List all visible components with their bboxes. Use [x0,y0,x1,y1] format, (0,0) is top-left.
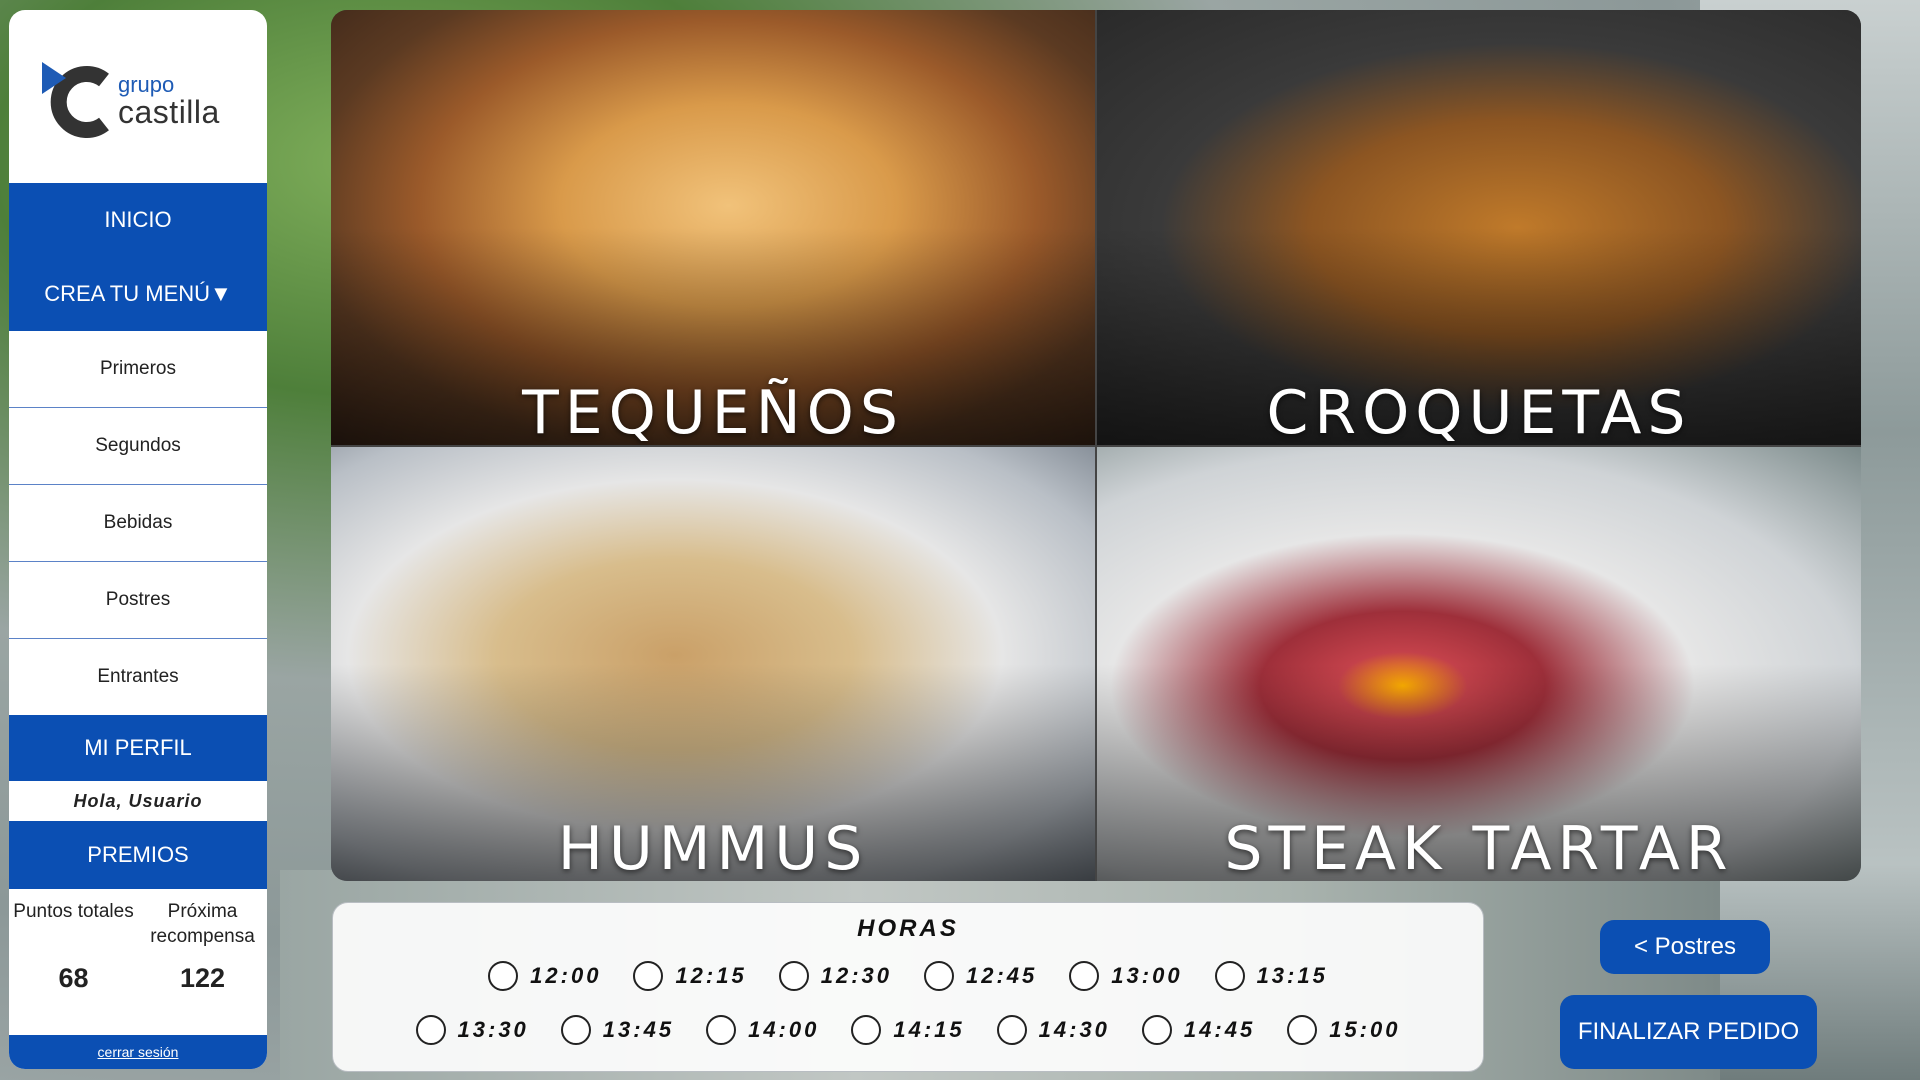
hours-row-2: 13:30 13:45 14:00 14:15 14:30 14:45 15:0… [333,1015,1483,1045]
next-reward-label: Próxima recompensa [150,901,255,947]
logo-c-icon [42,62,109,138]
time-slot[interactable]: 12:30 [778,961,892,991]
radio-button[interactable] [560,1015,591,1045]
next-reward-value: 122 [179,963,226,993]
nav-profile[interactable]: MI PERFIL [9,715,267,781]
radio-button[interactable] [851,1015,882,1045]
triangle-down-icon: ▼ [210,281,232,306]
radio-button[interactable] [1287,1015,1318,1045]
radio-button[interactable] [415,1015,446,1045]
dish-label: CROQUETAS [1266,377,1692,445]
time-label: 14:30 [1038,1017,1110,1042]
time-label: 14:45 [1183,1017,1256,1042]
logout-link[interactable]: cerrar sesión [98,1044,179,1060]
time-slot[interactable]: 13:45 [560,1015,675,1045]
time-slot[interactable]: 12:45 [924,961,1037,991]
radio-button[interactable] [1214,961,1245,991]
time-slot[interactable]: 12:00 [488,961,601,991]
dish-label: TEQUEÑOS [522,377,904,445]
time-label: 12:30 [820,963,892,988]
dish-tile-hummus[interactable]: HUMMUS [331,446,1095,881]
points-total-label: Puntos totales [13,901,134,922]
radio-button[interactable] [633,961,664,991]
time-slot[interactable]: 13:30 [415,1015,529,1045]
hours-panel: HORAS 12:00 12:15 12:30 12:45 13:00 13:1… [332,902,1484,1072]
points-total: Puntos totales 68 [9,889,138,1025]
radio-button[interactable] [778,961,809,991]
time-label: 15:00 [1329,1017,1401,1042]
dish-label: STEAK TARTAR [1224,814,1734,881]
greeting: Hola, Usuario [73,791,203,811]
logout-bar: cerrar sesión [9,1035,267,1069]
time-label: 12:45 [966,963,1038,988]
time-slot[interactable]: 15:00 [1287,1015,1400,1045]
radio-button[interactable] [1069,961,1100,991]
time-slot[interactable]: 14:00 [706,1015,819,1045]
time-label: 13:30 [457,1017,529,1042]
nav-prizes[interactable]: PREMIOS [9,821,267,889]
time-label: 13:45 [602,1017,675,1042]
submenu-bebidas[interactable]: Bebidas [9,485,267,562]
dish-tile-croquetas[interactable]: CROQUETAS [1097,10,1861,445]
nav-create-menu[interactable]: CREA TU MENÚ▼ [9,257,267,331]
dish-label: HUMMUS [557,814,869,881]
radio-button[interactable] [706,1015,737,1045]
dish-tile-tequenos[interactable]: TEQUEÑOS [331,10,1095,445]
hours-title: HORAS [857,915,959,942]
brand-big: castilla [118,94,220,130]
radio-button[interactable] [924,961,954,991]
time-slot[interactable]: 14:15 [851,1015,964,1045]
time-slot[interactable]: 13:15 [1214,961,1328,991]
radio-button[interactable] [1141,1015,1172,1045]
time-label: 14:15 [893,1017,965,1042]
next-reward: Próxima recompensa 122 [138,889,267,1025]
time-label: 13:00 [1111,963,1183,988]
submenu-postres[interactable]: Postres [9,562,267,639]
radio-button[interactable] [488,961,519,991]
submenu-entrantes[interactable]: Entrantes [9,639,267,715]
back-to-postres-button[interactable]: < Postres [1600,920,1770,974]
time-label: 13:15 [1256,963,1328,988]
hours-row-1: 12:00 12:15 12:30 12:45 13:00 13:15 [333,961,1483,991]
brand-logo[interactable]: grupo castilla [9,10,267,183]
nav-create-menu-label: CREA TU MENÚ [44,281,211,306]
dish-tile-steak-tartar[interactable]: STEAK TARTAR [1097,446,1861,881]
time-slot[interactable]: 13:00 [1069,961,1182,991]
time-label: 12:00 [530,963,602,988]
nav-home[interactable]: INICIO [9,183,267,257]
points-total-value: 68 [58,963,89,993]
points-panel: Puntos totales 68 Próxima recompensa 122 [9,889,267,1025]
radio-button[interactable] [996,1015,1027,1045]
time-slot[interactable]: 14:30 [996,1015,1110,1045]
dish-grid: TEQUEÑOS CROQUETAS HUMMUS STEAK TARTAR [331,10,1861,881]
time-slot[interactable]: 14:45 [1141,1015,1256,1045]
time-label: 14:00 [748,1017,820,1042]
sidebar: grupo castilla INICIO CREA TU MENÚ▼ Prim… [9,10,267,1069]
time-slot[interactable]: 12:15 [633,961,746,991]
finish-order-button[interactable]: FINALIZAR PEDIDO [1560,995,1817,1069]
submenu-segundos[interactable]: Segundos [9,408,267,485]
time-label: 12:15 [675,963,747,988]
submenu-primeros[interactable]: Primeros [9,331,267,408]
